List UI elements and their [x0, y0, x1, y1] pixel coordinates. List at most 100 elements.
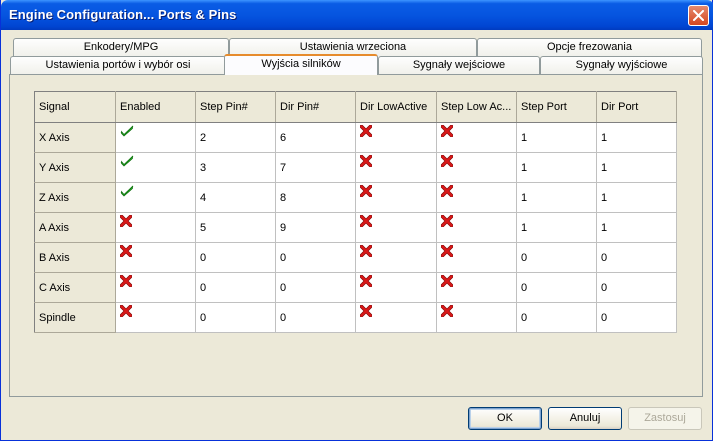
cell-step-pin[interactable]: 0	[195, 272, 276, 303]
cell-step-port[interactable]: 0	[516, 272, 597, 303]
toggle-cell-dir-low[interactable]	[355, 272, 437, 303]
toggle-cell-step-low[interactable]	[436, 272, 517, 303]
ok-button[interactable]: OK	[468, 407, 542, 430]
table-row[interactable]: C Axis 0 0 0 0	[34, 272, 677, 303]
cancel-button[interactable]: Anuluj	[548, 407, 622, 430]
check-icon	[120, 185, 134, 200]
cross-icon	[440, 304, 454, 320]
table-row[interactable]: Spindle 0 0 0 0	[34, 302, 677, 333]
cross-icon	[119, 244, 133, 260]
cell-step-port[interactable]: 1	[516, 152, 597, 183]
cross-icon	[119, 214, 133, 230]
cell-step-pin[interactable]: 3	[195, 152, 276, 183]
toggle-cell-dir-low[interactable]	[355, 182, 437, 213]
toggle-cell-enabled[interactable]	[115, 302, 196, 333]
toggle-cell-enabled[interactable]	[115, 212, 196, 243]
apply-button: Zastosuj	[628, 407, 702, 430]
cross-icon	[440, 214, 454, 230]
table-row[interactable]: Y Axis 3 7 1 1	[34, 152, 677, 183]
cell-step-pin[interactable]: 4	[195, 182, 276, 213]
cell-dir-pin[interactable]: 6	[275, 122, 356, 153]
tab-sygnaly-wyjsciowe[interactable]: Sygnały wyjściowe	[540, 56, 703, 75]
table-row[interactable]: X Axis 2 6 1 1	[34, 122, 677, 153]
window-title: Engine Configuration... Ports & Pins	[9, 7, 237, 22]
table-row[interactable]: Z Axis 4 8 1 1	[34, 182, 677, 213]
toggle-cell-enabled[interactable]	[115, 152, 196, 183]
cell-step-pin[interactable]: 2	[195, 122, 276, 153]
cell-dir-port[interactable]: 1	[596, 182, 677, 213]
column-header-signal[interactable]: Signal	[34, 91, 116, 123]
toggle-cell-step-low[interactable]	[436, 182, 517, 213]
cross-icon	[359, 274, 373, 290]
cell-dir-port[interactable]: 1	[596, 212, 677, 243]
cell-step-port[interactable]: 0	[516, 242, 597, 273]
toggle-cell-step-low[interactable]	[436, 152, 517, 183]
cell-step-pin[interactable]: 0	[195, 242, 276, 273]
row-label[interactable]: X Axis	[34, 122, 116, 153]
cell-dir-port[interactable]: 0	[596, 272, 677, 303]
table-row[interactable]: A Axis 5 9 1 1	[34, 212, 677, 243]
column-header-step-lowactive[interactable]: Step Low Ac...	[436, 91, 517, 123]
tab-opcje-frezowania[interactable]: Opcje frezowania	[477, 38, 702, 57]
column-header-dir-port[interactable]: Dir Port	[596, 91, 677, 123]
cross-icon	[119, 304, 133, 320]
column-header-enabled[interactable]: Enabled	[115, 91, 196, 123]
toggle-cell-step-low[interactable]	[436, 302, 517, 333]
tab-wyjscia-silnikow[interactable]: Wyjścia silników	[224, 54, 378, 75]
toggle-cell-dir-low[interactable]	[355, 122, 437, 153]
row-label[interactable]: C Axis	[34, 272, 116, 303]
cell-dir-pin[interactable]: 0	[275, 242, 356, 273]
row-label[interactable]: B Axis	[34, 242, 116, 273]
toggle-cell-enabled[interactable]	[115, 242, 196, 273]
cell-step-port[interactable]: 1	[516, 182, 597, 213]
cell-step-pin[interactable]: 0	[195, 302, 276, 333]
cell-step-port[interactable]: 1	[516, 212, 597, 243]
column-header-step-port[interactable]: Step Port	[516, 91, 597, 123]
cell-dir-pin[interactable]: 0	[275, 272, 356, 303]
cross-icon	[359, 304, 373, 320]
dialog-window: Engine Configuration... Ports & Pins Enk…	[0, 0, 713, 441]
title-bar[interactable]: Engine Configuration... Ports & Pins	[1, 0, 713, 30]
cell-dir-port[interactable]: 1	[596, 122, 677, 153]
column-header-step-pin[interactable]: Step Pin#	[195, 91, 276, 123]
row-label[interactable]: Spindle	[34, 302, 116, 333]
toggle-cell-enabled[interactable]	[115, 122, 196, 153]
cross-icon	[359, 154, 373, 170]
close-button[interactable]	[688, 5, 709, 26]
motor-outputs-grid[interactable]: Signal Enabled Step Pin# Dir Pin# Dir Lo…	[34, 91, 677, 333]
column-header-dir-lowactive[interactable]: Dir LowActive	[355, 91, 437, 123]
cell-dir-pin[interactable]: 0	[275, 302, 356, 333]
toggle-cell-enabled[interactable]	[115, 182, 196, 213]
cell-dir-pin[interactable]: 9	[275, 212, 356, 243]
cell-dir-pin[interactable]: 8	[275, 182, 356, 213]
toggle-cell-dir-low[interactable]	[355, 242, 437, 273]
table-row[interactable]: B Axis 0 0 0 0	[34, 242, 677, 273]
toggle-cell-dir-low[interactable]	[355, 212, 437, 243]
toggle-cell-step-low[interactable]	[436, 242, 517, 273]
close-icon	[693, 10, 704, 21]
cell-step-port[interactable]: 0	[516, 302, 597, 333]
check-icon	[120, 125, 134, 140]
cross-icon	[440, 184, 454, 200]
grid-header-row: Signal Enabled Step Pin# Dir Pin# Dir Lo…	[34, 91, 677, 123]
cross-icon	[440, 124, 454, 140]
column-header-dir-pin[interactable]: Dir Pin#	[275, 91, 356, 123]
row-label[interactable]: Y Axis	[34, 152, 116, 183]
cell-dir-port[interactable]: 1	[596, 152, 677, 183]
cell-dir-port[interactable]: 0	[596, 242, 677, 273]
cell-dir-pin[interactable]: 7	[275, 152, 356, 183]
cell-dir-port[interactable]: 0	[596, 302, 677, 333]
cross-icon	[440, 154, 454, 170]
cell-step-pin[interactable]: 5	[195, 212, 276, 243]
tab-sygnaly-wejsciowe[interactable]: Sygnały wejściowe	[378, 56, 540, 75]
tab-ustawienia-portow[interactable]: Ustawienia portów i wybór osi	[10, 56, 226, 75]
tab-enkodery-mpg[interactable]: Enkodery/MPG	[13, 38, 229, 57]
row-label[interactable]: A Axis	[34, 212, 116, 243]
toggle-cell-step-low[interactable]	[436, 122, 517, 153]
toggle-cell-enabled[interactable]	[115, 272, 196, 303]
toggle-cell-dir-low[interactable]	[355, 302, 437, 333]
toggle-cell-dir-low[interactable]	[355, 152, 437, 183]
row-label[interactable]: Z Axis	[34, 182, 116, 213]
toggle-cell-step-low[interactable]	[436, 212, 517, 243]
cell-step-port[interactable]: 1	[516, 122, 597, 153]
